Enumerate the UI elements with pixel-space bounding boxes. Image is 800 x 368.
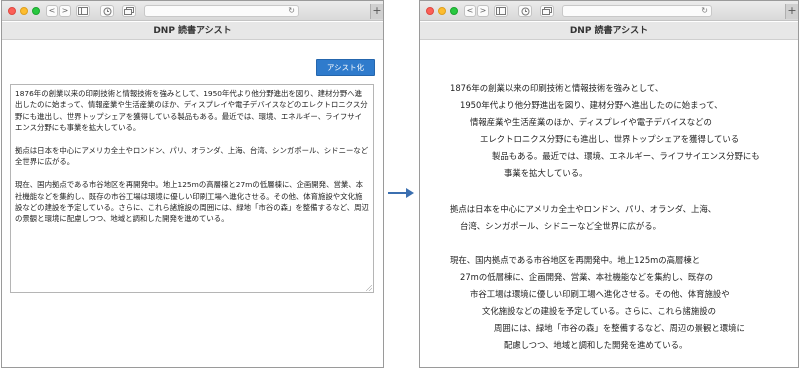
resize-handle[interactable]: [366, 285, 372, 291]
minimize-window-icon[interactable]: [20, 7, 28, 15]
reload-icon[interactable]: ↻: [288, 6, 295, 16]
assisted-line: 製品もある。最近では、環境、エネルギー、ライフサイエンス分野にも: [492, 151, 760, 161]
sidebar-icon[interactable]: [494, 5, 508, 17]
minimize-window-icon[interactable]: [438, 7, 446, 15]
forward-button[interactable]: >: [59, 5, 71, 17]
source-text-area[interactable]: 1876年の創業以来の印刷技術と情報技術を強みとして、1950年代より他分野進出…: [10, 84, 374, 293]
zoom-window-icon[interactable]: [450, 7, 458, 15]
assisted-line: エレクトロニクス分野にも進出し、世界トップシェアを獲得している: [480, 134, 740, 144]
assisted-line: 台湾、シンガポール、シドニーなど全世界に広がる。: [460, 221, 661, 231]
tabs-overview-icon[interactable]: [122, 5, 136, 17]
source-paragraph: 現在、国内拠点である市谷地区を再開発中。地上125mの高層棟と27mの低層棟に、…: [15, 180, 369, 224]
close-window-icon[interactable]: [8, 7, 16, 15]
transform-arrow-icon: [388, 188, 414, 198]
page-title: DNP 読書アシスト: [420, 22, 798, 40]
history-icon[interactable]: [100, 5, 114, 17]
reload-icon[interactable]: ↻: [701, 6, 708, 16]
source-paragraph: 拠点は日本を中心にアメリカ全土やロンドン、パリ、オランダ、上海、台湾、シンガポー…: [15, 146, 369, 167]
assisted-line: 27mの低層棟に、企画開発、営業、本社機能などを集約し、既存の: [460, 272, 714, 282]
browser-window-assisted: < > ↻ + DNP 読書アシスト 1876年の創業以来の印刷技術と情報技術を…: [419, 0, 799, 368]
tabs-overview-icon[interactable]: [540, 5, 554, 17]
page-title: DNP 読書アシスト: [2, 22, 383, 40]
address-bar[interactable]: ↻: [144, 5, 299, 17]
source-paragraph: 1876年の創業以来の印刷技術と情報技術を強みとして、1950年代より他分野進出…: [15, 89, 368, 133]
new-tab-button[interactable]: +: [785, 4, 798, 19]
close-window-icon[interactable]: [426, 7, 434, 15]
zoom-window-icon[interactable]: [32, 7, 40, 15]
window-controls: [426, 7, 458, 15]
browser-toolbar: < > ↻ +: [420, 1, 798, 21]
assisted-line: 1950年代より他分野進出を図り、建材分野へ進出したのに始まって、: [460, 100, 723, 110]
assisted-line: 市谷工場は環境に優しい印刷工場へ進化させる。その他、体育施設や: [470, 289, 730, 299]
assisted-line: 拠点は日本を中心にアメリカ全土やロンドン、パリ、オランダ、上海、: [450, 204, 717, 214]
assisted-line: 1876年の創業以来の印刷技術と情報技術を強みとして、: [450, 83, 664, 93]
assisted-line: 配慮しつつ、地域と調和した開発を進めている。: [504, 340, 688, 350]
back-button[interactable]: <: [464, 5, 476, 17]
assisted-line: 文化施設などの建設を予定している。さらに、これら諸施設の: [482, 306, 716, 316]
back-button[interactable]: <: [46, 5, 58, 17]
assisted-line: 周囲には、緑地「市谷の森」を整備するなど、周辺の景観と環境に: [494, 323, 745, 333]
assist-button[interactable]: アシスト化: [316, 59, 375, 76]
browser-toolbar: < > ↻ +: [2, 1, 383, 21]
forward-button[interactable]: >: [477, 5, 489, 17]
browser-window-input: < > ↻ + DNP 読書アシスト アシスト化 1876年の創業以来の印刷技術…: [1, 0, 384, 368]
new-tab-button[interactable]: +: [370, 4, 383, 19]
assisted-line: 事業を拡大している。: [504, 168, 588, 178]
assisted-line: 現在、国内拠点である市谷地区を再開発中。地上125mの高層棟と: [450, 255, 701, 265]
assisted-line: 情報産業や生活産業のほか、ディスプレイや電子デバイスなどの: [470, 117, 712, 127]
history-icon[interactable]: [518, 5, 532, 17]
window-controls: [8, 7, 40, 15]
sidebar-icon[interactable]: [76, 5, 90, 17]
address-bar[interactable]: ↻: [562, 5, 712, 17]
